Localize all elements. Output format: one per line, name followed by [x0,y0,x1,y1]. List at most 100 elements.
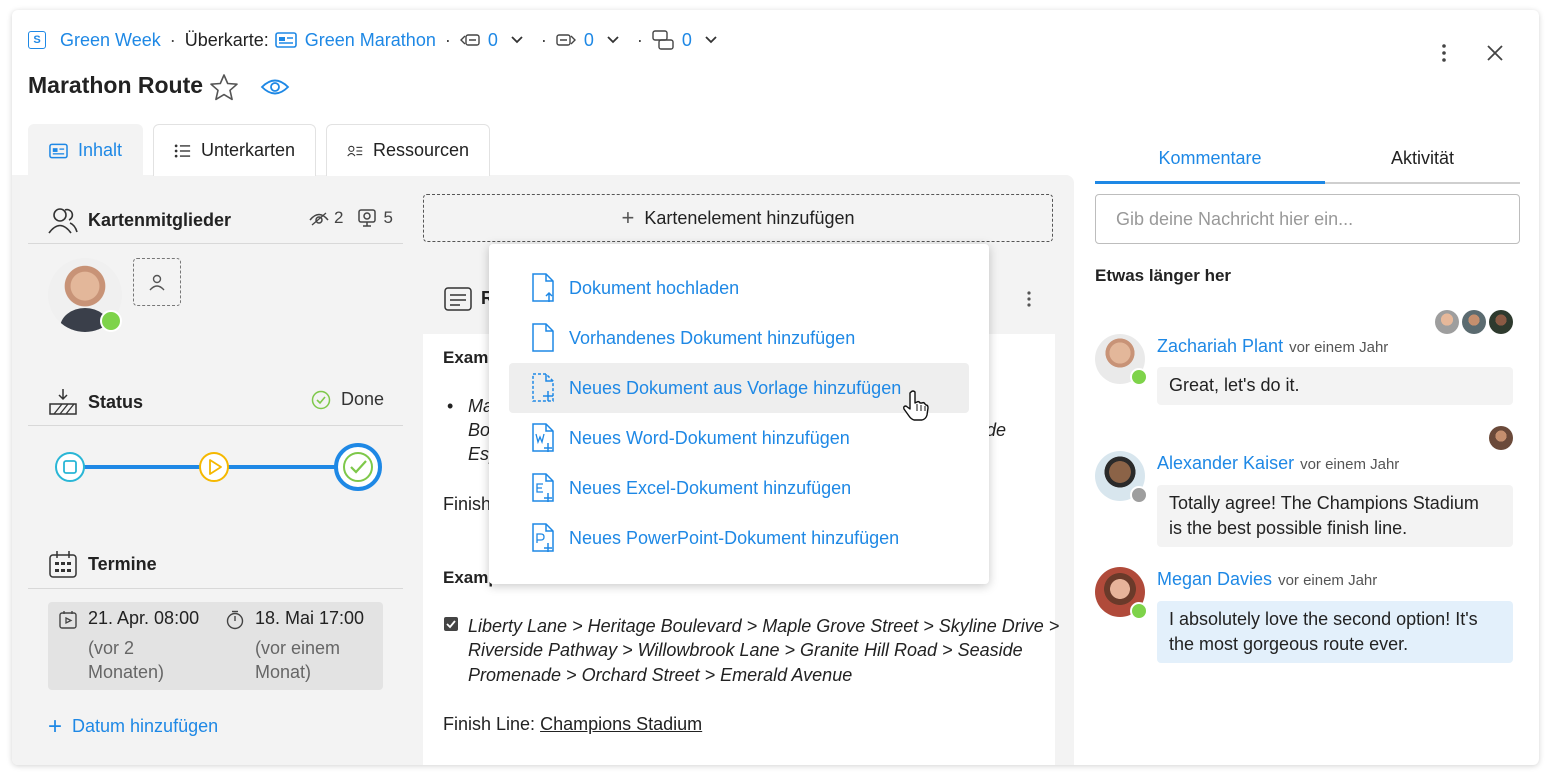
status-step-running[interactable] [199,452,229,482]
menu-item-new-excel-document[interactable]: Neues Excel-Dokument hinzufügen [509,463,969,513]
add-card-element-button[interactable]: + Kartenelement hinzufügen [423,194,1053,242]
comment-bubble: Great, let's do it. [1157,367,1513,405]
breadcrumb-parent-label: Überkarte: [184,29,269,50]
menu-item-upload-document[interactable]: Dokument hochladen [509,263,969,313]
breadcrumb: S Green Week · Überkarte: Green Marathon… [28,28,726,52]
check-circle-icon [311,390,331,409]
status-label: Done [341,389,385,409]
online-status-dot [1130,368,1148,386]
file-icon [532,323,554,352]
tab-ressourcen[interactable]: Ressourcen [326,124,490,176]
file-upload-icon [532,273,554,302]
add-member-button[interactable] [133,258,181,306]
route2-line2: Riverside Pathway > Willowbrook Lane > G… [468,640,1023,660]
chevron-down-icon[interactable] [704,35,718,45]
end-relative-1: (vor einem [255,638,341,658]
incoming-count: 0 [487,29,498,50]
chevron-down-icon[interactable] [606,35,620,45]
linked-count: 0 [681,29,692,50]
hand-cursor-icon [903,390,929,421]
comment-time: vor einem Jahr [1300,456,1400,473]
add-date-button[interactable]: + Datum hinzufügen [48,712,219,740]
members-title: Kartenmitglieder [88,209,232,230]
dates-heading: Termine [48,550,157,578]
document-icon [444,287,472,311]
more-vertical-icon[interactable] [1438,43,1450,63]
member-stats: 2 5 [308,208,393,228]
tab-label: Ressourcen [372,140,469,160]
watchers-icon [309,212,329,226]
status-step-stopped[interactable] [55,452,85,482]
close-icon[interactable] [1486,44,1504,62]
route2-checkbox[interactable] [444,617,458,631]
status-step-done[interactable] [334,443,382,491]
menu-item-new-powerpoint-document[interactable]: Neues PowerPoint-Dokument hinzufügen [509,513,969,563]
comments-group-label: Etwas länger her [1095,266,1232,285]
menu-item-new-word-document[interactable]: Neues Word-Dokument hinzufügen [509,413,969,463]
members-heading: Kartenmitglieder [48,206,231,234]
tab-kommentare[interactable]: Kommentare [1095,134,1325,182]
resources-icon [347,145,363,156]
outgoing-link-icon [556,34,576,46]
dates-box[interactable]: 21. Apr. 08:00 (vor 2 Monaten) 18. Mai 1… [48,602,383,690]
comment-author[interactable]: Zachariah Plant [1157,336,1283,356]
comment-text-line: Totally agree! The Champions Stadium [1169,493,1479,513]
reaction-avatar [1435,310,1459,334]
breadcrumb-space-link[interactable]: Green Week [60,30,161,51]
tab-label: Inhalt [77,140,122,160]
breadcrumb-separator: · [169,29,176,50]
linked-cards-icon [652,30,674,50]
chevron-down-icon[interactable] [510,35,524,45]
comment-text-line: is the best possible finish line. [1169,518,1408,538]
add-date-label: Datum hinzufügen [72,716,219,736]
reaction-avatar [1462,310,1486,334]
offline-status-dot [1130,486,1148,504]
comment-text-line: I absolutely love the second option! It'… [1169,609,1478,629]
finish2-label: Finish Line: [443,714,536,734]
file-excel-icon [532,473,554,502]
breadcrumb-parent-link[interactable]: Green Marathon [305,30,436,51]
finish2-value[interactable]: Champions Stadium [540,714,702,734]
menu-item-document-from-template[interactable]: Neues Dokument aus Vorlage hinzufügen [509,363,969,413]
viewers-count: 5 [383,208,393,227]
comment-bubble-own: I absolutely love the second option! It'… [1157,601,1513,663]
menu-item-existing-document[interactable]: Vorhandenes Dokument hinzufügen [509,313,969,363]
users-icon [48,208,78,234]
menu-item-label: Neues Excel-Dokument hinzufügen [569,477,852,498]
comment-time: vor einem Jahr [1278,572,1378,589]
card-icon [49,143,68,158]
start-date-icon [59,611,77,629]
tab-label: Unterkarten [200,140,295,160]
comment-author[interactable]: Alexander Kaiser [1157,453,1294,473]
active-tab-indicator [1095,181,1325,184]
start-relative-1: (vor 2 [88,638,135,658]
comment-bubble: Totally agree! The Champions Stadium is … [1157,485,1513,547]
status-icon [49,389,77,415]
list-icon [174,144,191,157]
end-relative-2: Monat) [255,662,312,682]
plus-icon: + [48,712,63,740]
more-vertical-icon[interactable] [1023,290,1035,308]
tab-aktivitaet[interactable]: Aktivität [1325,134,1520,182]
star-icon[interactable] [209,73,239,101]
viewers-icon [358,209,377,227]
menu-item-label: Neues Word-Dokument hinzufügen [569,427,850,448]
status-value[interactable]: Done [311,389,384,410]
comment-author-line: Megan Davies vor einem Jahr [1157,569,1377,590]
tab-unterkarten[interactable]: Unterkarten [153,124,316,176]
eye-icon[interactable] [260,77,290,97]
breadcrumb-separator: · [444,29,451,50]
route2-line3: Promenade > Orchard Street > Emerald Ave… [468,665,853,685]
tab-inhalt[interactable]: Inhalt [28,124,143,176]
user-add-icon [149,274,165,291]
divider [28,588,403,589]
comment-author[interactable]: Megan Davies [1157,569,1272,589]
status-heading: Status [48,388,143,416]
message-input[interactable]: Gib deine Nachricht hier ein... [1095,194,1520,244]
route1-line2: Bo [468,420,491,440]
calendar-icon [49,551,77,578]
comment-time: vor einem Jahr [1289,339,1389,356]
outgoing-count: 0 [583,29,594,50]
checkmark-icon [446,620,456,629]
finish2: Finish Line: Champions Stadium [443,714,702,735]
